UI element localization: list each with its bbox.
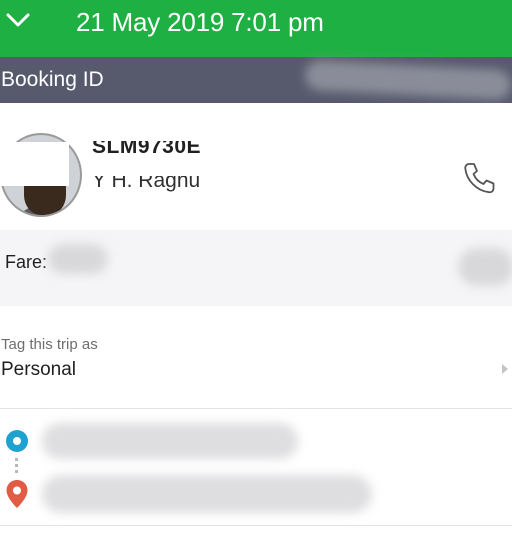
- fare-section: Fare:: [0, 230, 512, 306]
- trip-tag-selector[interactable]: Tag this trip as Personal: [0, 306, 512, 409]
- trip-datetime: 21 May 2019 7:01 pm: [76, 7, 324, 37]
- booking-id-value-redacted: [304, 59, 512, 101]
- top-bar: 21 May 2019 7:01 pm: [0, 0, 512, 57]
- route-connector: [15, 458, 18, 474]
- pickup-address-redacted: [42, 423, 298, 459]
- pickup-dot-icon: [6, 430, 28, 452]
- chevron-right-icon: [502, 364, 508, 374]
- redaction-block: [0, 142, 69, 186]
- driver-name: Y H. Ragnu: [92, 169, 201, 192]
- chevron-down-icon[interactable]: [4, 6, 32, 34]
- vehicle-plate: SLM9730E: [92, 135, 202, 158]
- fare-detail-redacted: [458, 248, 512, 286]
- dropoff-address-redacted: [42, 475, 372, 513]
- trip-tag-value: Personal: [1, 359, 76, 380]
- booking-id-label: Booking ID: [1, 68, 104, 91]
- trip-tag-caption: Tag this trip as: [1, 336, 98, 353]
- driver-section: SLM9730E Y H. Ragnu: [0, 103, 512, 230]
- fare-amount-redacted: [48, 244, 108, 274]
- phone-icon[interactable]: [460, 159, 498, 197]
- booking-id-bar: Booking ID: [0, 57, 512, 103]
- fare-label: Fare:: [5, 252, 48, 272]
- location-pin-icon: [6, 480, 28, 508]
- route-section: [0, 409, 512, 526]
